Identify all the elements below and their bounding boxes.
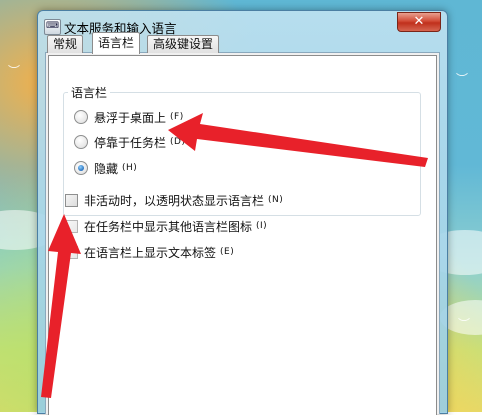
hotkey-label: (I)	[256, 221, 268, 231]
bird-decoration: ︶	[456, 72, 469, 86]
hotkey-label: (N)	[268, 195, 284, 205]
radio-hidden[interactable]: 隐藏 (H)	[74, 160, 137, 176]
bird-decoration: ︶	[458, 317, 471, 331]
checkbox[interactable]	[65, 193, 78, 207]
radio-button[interactable]	[74, 135, 88, 149]
checkbox-label: 在语言栏上显示文本标签	[84, 245, 217, 260]
tab-advanced-key-settings[interactable]: 高级键设置	[147, 35, 220, 53]
bird-decoration: ︶	[8, 64, 21, 78]
checkbox-label: 在任务栏中显示其他语言栏图标	[84, 219, 253, 234]
checkbox-show-text-labels[interactable]: 在语言栏上显示文本标签 (E)	[65, 244, 234, 260]
language-bar-group-label: 语言栏	[68, 84, 111, 101]
radio-label: 隐藏	[94, 161, 119, 176]
radio-label: 停靠于任务栏	[94, 135, 167, 150]
hotkey-label: (F)	[170, 112, 184, 122]
hotkey-label: (E)	[220, 247, 235, 257]
tab-general[interactable]: 常规	[47, 35, 84, 53]
radio-dock-in-taskbar[interactable]: 停靠于任务栏 (D)	[74, 134, 185, 150]
checkbox-show-extra-icons-in-taskbar[interactable]: 在任务栏中显示其他语言栏图标 (I)	[65, 218, 267, 234]
language-bar-panel: 语言栏 悬浮于桌面上 (F) 停靠于任务栏 (D) 隐藏 (H) 非活动时，以透…	[48, 55, 437, 415]
radio-label: 悬浮于桌面上	[94, 110, 167, 125]
tab-control: 常规 语言栏 高级键设置 语言栏 悬浮于桌面上 (F) 停靠于任务栏 (D) 隐…	[45, 32, 440, 415]
hotkey-label: (D)	[170, 137, 186, 147]
tab-language-bar[interactable]: 语言栏	[92, 32, 141, 54]
radio-button-selected[interactable]	[74, 161, 88, 175]
radio-button[interactable]	[74, 110, 88, 124]
text-services-dialog: ⌨ 文本服务和输入语言 ✕ 常规 语言栏 高级键设置 语言栏 悬浮于桌面上 (F…	[37, 10, 448, 415]
hotkey-label: (H)	[122, 163, 138, 173]
checkbox[interactable]	[65, 219, 78, 233]
close-button[interactable]: ✕	[397, 12, 441, 32]
checkbox[interactable]	[65, 245, 78, 259]
keyboard-icon: ⌨	[44, 19, 61, 35]
radio-float-on-desktop[interactable]: 悬浮于桌面上 (F)	[74, 109, 184, 125]
checkbox-transparent-when-inactive[interactable]: 非活动时，以透明状态显示语言栏 (N)	[65, 192, 283, 208]
checkbox-label: 非活动时，以透明状态显示语言栏	[84, 193, 265, 208]
